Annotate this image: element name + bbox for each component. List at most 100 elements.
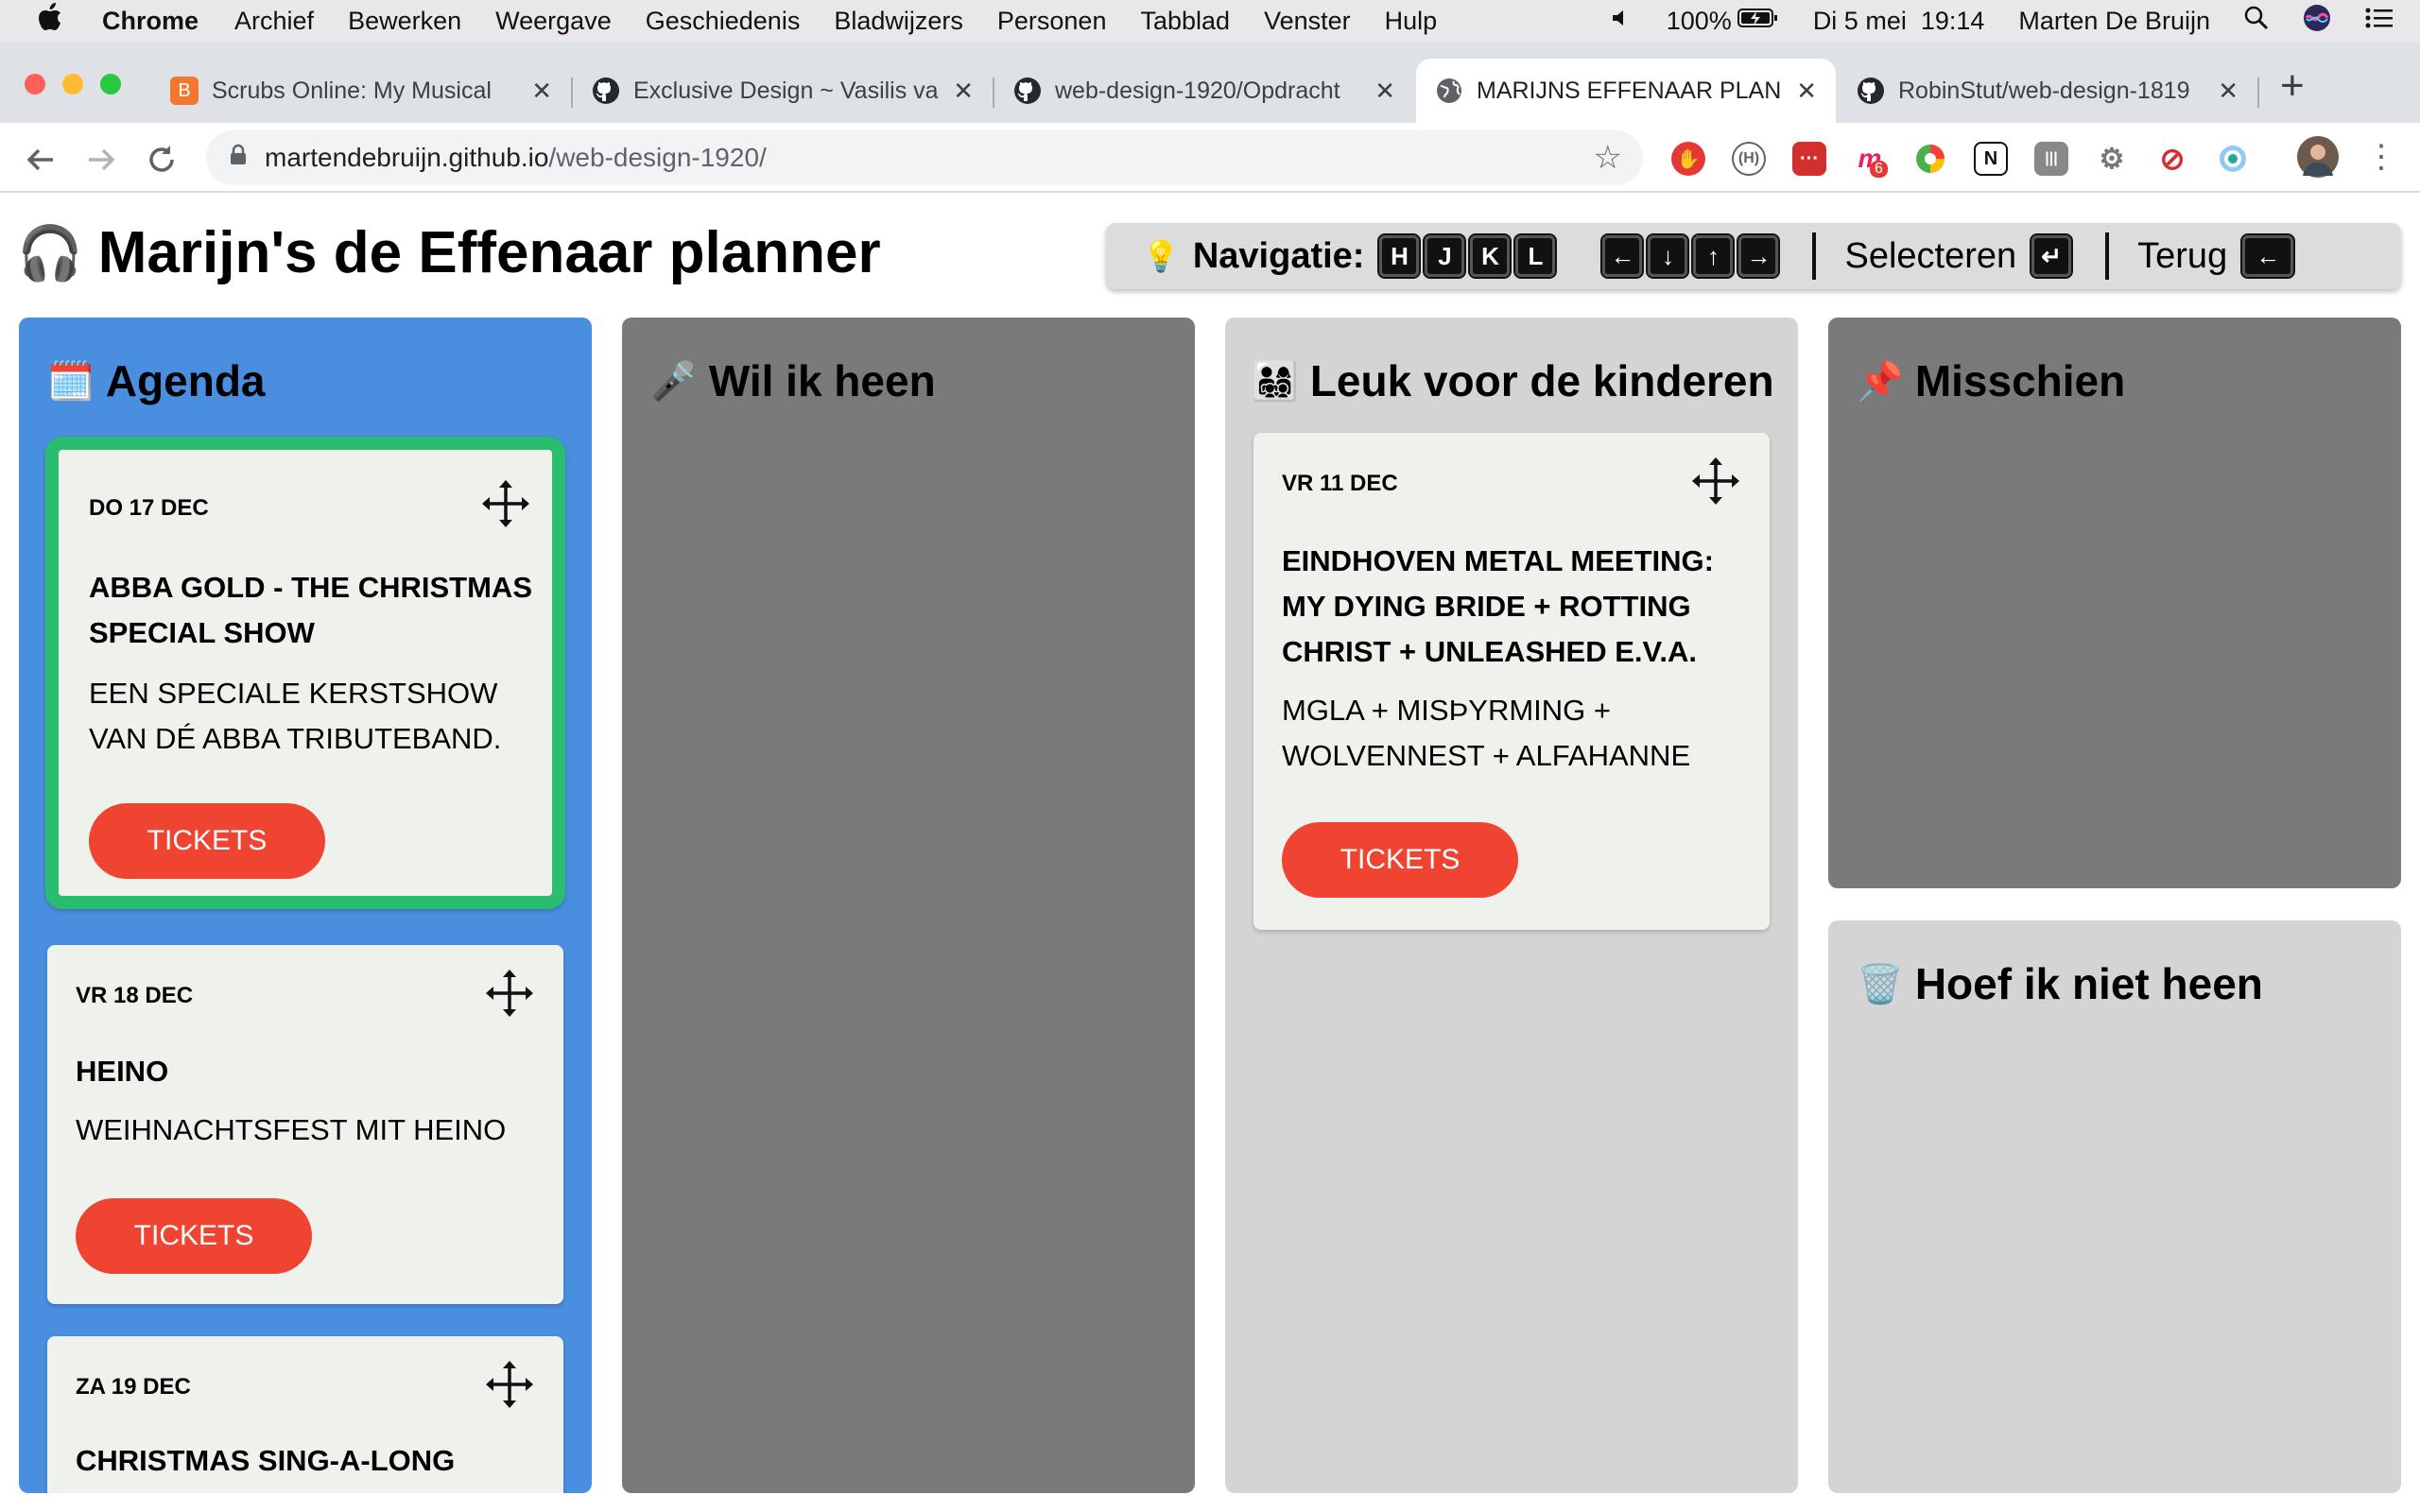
key-enter: ↵ [2030,233,2074,279]
battery-percentage[interactable]: 100% [1667,7,1732,36]
browser-tab[interactable]: Exclusive Design ~ Vasilis va ✕ [573,59,993,123]
key-arrow-down: ↓ [1646,233,1690,279]
menu-personen[interactable]: Personen [997,7,1107,36]
menu-bewerken[interactable]: Bewerken [348,7,461,36]
help-divider [1812,232,1817,280]
event-card[interactable]: VR 18 DEC HEINO WEIHNACHTSFEST MIT HEINO… [47,945,563,1304]
event-description-line: WOLVENNEST + ALFAHANNE [1282,739,1691,772]
move-arrows-icon[interactable] [480,478,531,529]
spotlight-search-icon[interactable] [2244,6,2269,37]
tickets-button[interactable]: TICKETS [1282,822,1518,898]
notion-extension-icon[interactable]: N [1974,142,2008,176]
menu-weergave[interactable]: Weergave [495,7,612,36]
event-description: WEIHNACHTSFEST MIT HEINO [76,1108,506,1153]
address-bar[interactable]: martendebruijn.github.io /web-design-192… [206,130,1643,185]
column-title: 🎤 Wil ik heen [650,355,936,406]
github-icon [1013,77,1042,105]
siri-icon[interactable] [2303,4,2331,39]
tickets-button[interactable]: TICKETS [89,803,325,879]
column-title-text: Leuk voor de kinderen [1309,356,1774,405]
event-title: CHRISTMAS SING-A-LONG [76,1438,455,1484]
column-title-text: Hoef ik niet heen [1914,959,2263,1008]
menu-venster[interactable]: Venster [1264,7,1351,36]
event-date: DO 17 DEC [89,495,209,521]
move-arrows-icon[interactable] [484,1359,535,1410]
block-extension-icon[interactable]: ⊘ [2155,142,2189,176]
event-description: MGLA + MISÞYRMING + WOLVENNEST + ALFAHAN… [1282,688,1690,779]
tab-title: MARIJNS EFFENAAR PLANN [1477,77,1784,104]
tab-close-icon[interactable]: ✕ [1796,77,1817,106]
lock-icon[interactable] [229,144,248,173]
column-leuk-voor-de-kinderen: 👨‍👩‍👧‍👦 Leuk voor de kinderen VR 11 DEC … [1225,318,1798,1493]
profile-avatar[interactable] [2297,136,2339,178]
move-arrows-icon[interactable] [484,968,535,1019]
battery-icon[interactable] [1737,7,1779,36]
browser-tab[interactable]: RobinStut/web-design-1819 ✕ [1838,59,2257,123]
help-divider [2105,232,2110,280]
browser-tab[interactable]: web-design-1920/Opdracht ✕ [994,59,1414,123]
target-extension-icon[interactable] [2216,142,2250,176]
page-title: 🎧 Marijn's de Effenaar planner [17,219,881,286]
menubar-user[interactable]: Marten De Bruijn [2018,7,2210,36]
family-icon: 👨‍👩‍👧‍👦 [1252,360,1299,403]
event-description-line: EEN SPECIALE KERSTSHOW [89,677,498,710]
menu-hulp[interactable]: Hulp [1385,7,1438,36]
browser-tab[interactable]: B Scrubs Online: My Musical ✕ [151,59,571,123]
tickets-button[interactable]: TICKETS [76,1198,312,1274]
speaker-icon[interactable] [1610,7,1633,36]
microphone-icon: 🎤 [650,360,698,403]
reload-icon[interactable] [146,134,178,184]
column-title: 🗑️ Hoef ik niet heen [1857,958,2263,1009]
tab-separator [2257,77,2259,108]
event-title: HEINO [76,1049,168,1094]
key-j: J [1423,233,1467,279]
back-arrow-icon[interactable] [25,134,57,184]
menu-archief[interactable]: Archief [234,7,314,36]
move-arrows-icon[interactable] [1690,455,1741,507]
apple-menu-icon[interactable] [38,3,81,39]
headphones-icon: 🎧 [17,222,83,283]
menubar-clock[interactable]: Di 5 mei 19:14 [1813,7,1985,36]
lightbulb-icon: 💡 [1142,239,1180,273]
menu-geschiedenis[interactable]: Geschiedenis [646,7,801,36]
bookmark-star-icon[interactable]: ☆ [1594,139,1622,177]
event-card-selected[interactable]: DO 17 DEC ABBA GOLD - THE CHRISTMAS SPEC… [45,437,565,909]
tab-title: RobinStut/web-design-1819 [1898,77,2190,104]
event-card[interactable]: ZA 19 DEC CHRISTMAS SING-A-LONG [47,1336,563,1493]
window-close-button[interactable] [25,74,45,94]
column-title: 🗓️ Agenda [47,355,266,406]
event-title-line: MY DYING BRIDE + ROTTING [1282,590,1691,623]
event-card[interactable]: VR 11 DEC EINDHOVEN METAL MEETING: MY DY… [1253,433,1770,930]
tab-close-icon[interactable]: ✕ [953,77,974,106]
adblock-extension-icon[interactable]: ✋ [1671,142,1705,176]
event-title: ABBA GOLD - THE CHRISTMAS SPECIAL SHOW [89,565,532,656]
pocket-extension-icon[interactable]: ··· [1792,142,1826,176]
menu-bladwijzers[interactable]: Bladwijzers [834,7,963,36]
barcode-extension-icon[interactable]: ||| [2034,142,2068,176]
headings-extension-icon[interactable]: (H) [1732,142,1766,176]
event-title-line: SPECIAL SHOW [89,616,315,649]
new-tab-plus-icon[interactable]: + [2280,62,2305,110]
chrome-menu-icon[interactable]: ⋮ [2365,138,2397,176]
settings-gear-extension-icon[interactable]: ⚙ [2095,142,2129,176]
menu-app-name[interactable]: Chrome [102,7,199,36]
tab-title: Scrubs Online: My Musical [212,77,492,104]
column-title: 📌 Misschien [1857,355,2125,406]
column-misschien: 📌 Misschien [1828,318,2401,888]
event-title-line: CHRISTMAS SING-A-LONG [76,1444,456,1477]
event-date: ZA 19 DEC [76,1374,191,1400]
tab-close-icon[interactable]: ✕ [2218,77,2238,106]
tab-close-icon[interactable]: ✕ [1374,77,1395,106]
browser-tab-active[interactable]: MARIJNS EFFENAAR PLANN ✕ [1416,59,1836,123]
control-center-list-icon[interactable] [2365,7,2394,36]
tab-title: web-design-1920/Opdracht [1055,77,1340,104]
tab-close-icon[interactable]: ✕ [531,77,552,106]
window-zoom-button[interactable] [100,74,121,94]
window-minimize-button[interactable] [62,74,83,94]
url-host: martendebruijn.github.io [265,143,549,172]
menu-tabblad[interactable]: Tabblad [1140,7,1230,36]
forward-arrow-icon[interactable] [85,134,117,184]
colorzilla-extension-icon[interactable] [1913,142,1947,176]
event-description-line: VAN DÉ ABBA TRIBUTEBAND. [89,722,502,755]
keyboard-help-bar: 💡 Navigatie: H J K L ← ↓ ↑ → Selecteren … [1106,223,2401,289]
